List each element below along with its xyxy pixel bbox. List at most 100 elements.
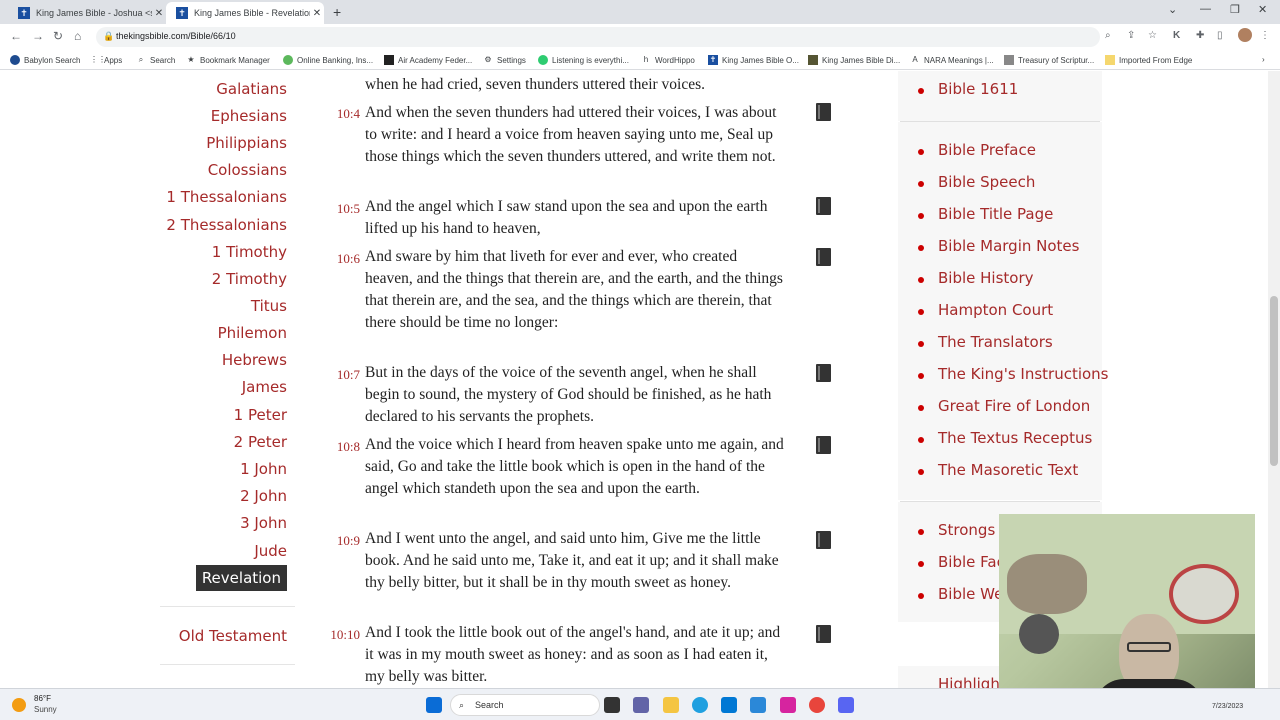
webcam-overlay	[999, 514, 1255, 706]
star-icon[interactable]: ☆	[1148, 30, 1157, 41]
bookmark-babylon[interactable]: Babylon Search	[10, 55, 80, 65]
zoom-icon[interactable]: ⌕	[1105, 30, 1111, 41]
edge-icon[interactable]	[692, 697, 708, 713]
sidebar-link[interactable]: The Masoretic Text	[938, 461, 1078, 479]
menu-icon[interactable]: ⋮	[1260, 30, 1270, 41]
scrollbar[interactable]	[1268, 71, 1280, 688]
book-icon[interactable]	[816, 531, 831, 549]
sidebar-link[interactable]: Bible We	[938, 585, 1003, 603]
sidebar-link[interactable]: Great Fire of London	[938, 397, 1090, 415]
chat-icon[interactable]	[633, 697, 649, 713]
sidebar-link[interactable]: Bible History	[938, 269, 1034, 287]
window-close-button[interactable]: ✕	[1258, 3, 1267, 16]
sidebar-link[interactable]: The King's Instructions	[938, 365, 1109, 383]
verse-ref[interactable]: 10:8	[322, 439, 360, 455]
kjv-extension-icon[interactable]: K	[1173, 30, 1180, 41]
chevron-down-icon[interactable]: ⌄	[1168, 3, 1177, 16]
book-link[interactable]: Philemon	[218, 324, 287, 342]
share-icon[interactable]: ⇪	[1127, 30, 1135, 41]
tab-joshua[interactable]: ✝ King James Bible - Joshua <span ✕	[8, 2, 166, 24]
close-icon[interactable]: ✕	[310, 8, 324, 19]
book-icon[interactable]	[816, 625, 831, 643]
back-arrow-icon[interactable]: ←	[10, 29, 22, 43]
puzzle-icon[interactable]: ✚	[1196, 30, 1204, 41]
book-link[interactable]: Hebrews	[222, 351, 287, 369]
reload-icon[interactable]: ↻	[53, 29, 63, 43]
book-link[interactable]: Galatians	[216, 80, 287, 98]
bookmark-kjb-online[interactable]: ✝ King James Bible O...	[708, 55, 799, 65]
app-icon[interactable]	[750, 697, 766, 713]
bookmark-kjb-dict[interactable]: King James Bible Di...	[808, 55, 900, 65]
book-link[interactable]: Titus	[251, 297, 287, 315]
store-icon[interactable]	[721, 697, 737, 713]
book-link[interactable]: 2 Timothy	[212, 270, 287, 288]
sidebar-link[interactable]: Bible Speech	[938, 173, 1035, 191]
old-testament-link[interactable]: Old Testament	[179, 627, 287, 645]
book-icon[interactable]	[816, 364, 831, 382]
sidebar-link[interactable]: Bible Title Page	[938, 205, 1053, 223]
taskbar-search[interactable]: ⌕ Search	[450, 694, 600, 716]
book-icon[interactable]	[816, 248, 831, 266]
book-link[interactable]: 1 Timothy	[212, 243, 287, 261]
bookmark-apps[interactable]: ⋮⋮ Apps	[90, 55, 122, 65]
minimize-button[interactable]: —	[1200, 3, 1211, 15]
bookmark-listening[interactable]: Listening is everythi...	[538, 55, 629, 65]
bookmark-manager[interactable]: ★ Bookmark Manager	[186, 55, 269, 65]
book-link[interactable]: 2 Thessalonians	[166, 216, 287, 234]
book-link[interactable]: 2 John	[240, 487, 287, 505]
avatar[interactable]	[1238, 28, 1252, 42]
book-link-active[interactable]: Revelation	[195, 565, 287, 591]
instagram-icon[interactable]	[780, 697, 796, 713]
more-bookmarks-icon[interactable]: ›	[1262, 55, 1265, 64]
bookmark-treasury[interactable]: Treasury of Scriptur...	[1004, 55, 1094, 65]
book-link[interactable]: Ephesians	[211, 107, 287, 125]
new-tab-button[interactable]: +	[333, 4, 341, 20]
verse-ref[interactable]: 10:7	[322, 367, 360, 383]
book-link[interactable]: Philippians	[206, 134, 287, 152]
verse-ref[interactable]: 10:9	[322, 533, 360, 549]
bookmark-nara[interactable]: A NARA Meanings |...	[910, 55, 993, 65]
forward-arrow-icon[interactable]: →	[32, 29, 44, 43]
book-link[interactable]: 3 John	[240, 514, 287, 532]
sidebar-link[interactable]: The Textus Receptus	[938, 429, 1092, 447]
book-link[interactable]: 1 Thessalonians	[166, 188, 287, 206]
verse-text: And when the seven thunders had uttered …	[365, 104, 777, 165]
file-explorer-icon[interactable]	[663, 697, 679, 713]
sidebar-link[interactable]: The Translators	[938, 333, 1053, 351]
sidebar-link[interactable]: Hampton Court	[938, 301, 1053, 319]
book-link[interactable]: Jude	[254, 542, 287, 560]
bookmark-settings[interactable]: ⚙ Settings	[483, 55, 526, 65]
maximize-button[interactable]: ❐	[1230, 3, 1240, 16]
verse-ref[interactable]: 10:5	[322, 201, 360, 217]
app-icon[interactable]	[838, 697, 854, 713]
bookmark-imported[interactable]: Imported From Edge	[1105, 55, 1192, 65]
book-link[interactable]: James	[242, 378, 287, 396]
sidebar-link[interactable]: Bible Fac	[938, 553, 1005, 571]
bookmark-banking[interactable]: Online Banking, Ins...	[283, 55, 373, 65]
windows-start-icon[interactable]	[426, 697, 442, 713]
chrome-icon[interactable]	[809, 697, 825, 713]
book-icon[interactable]	[816, 197, 831, 215]
verse-ref[interactable]: 10:4	[322, 106, 360, 122]
tab-revelation[interactable]: ✝ King James Bible - Revelation <s ✕	[166, 2, 324, 24]
sidebar-link[interactable]: Bible 1611	[938, 80, 1018, 98]
verse-ref[interactable]: 10:6	[322, 251, 360, 267]
book-link[interactable]: 1 Peter	[234, 406, 287, 424]
url-field[interactable]: 🔒 thekingsbible.com/Bible/66/10	[96, 27, 1100, 47]
book-icon[interactable]	[816, 103, 831, 121]
bookmark-search[interactable]: ⌕ Search	[136, 55, 176, 65]
book-link[interactable]: 1 John	[240, 460, 287, 478]
home-icon[interactable]: ⌂	[74, 29, 81, 43]
book-link[interactable]: Colossians	[208, 161, 287, 179]
sidebar-link[interactable]: Bible Preface	[938, 141, 1036, 159]
verse-ref[interactable]: 10:10	[322, 627, 360, 643]
task-view-icon[interactable]	[604, 697, 620, 713]
close-icon[interactable]: ✕	[152, 8, 166, 19]
sidebar-link[interactable]: Bible Margin Notes	[938, 237, 1079, 255]
bookmark-wordhippo[interactable]: h WordHippo	[641, 55, 695, 65]
book-link[interactable]: 2 Peter	[234, 433, 287, 451]
scrollbar-thumb[interactable]	[1270, 296, 1278, 466]
book-icon[interactable]	[816, 436, 831, 454]
sidepanel-icon[interactable]: ▯	[1217, 30, 1223, 41]
bookmark-air-academy[interactable]: Air Academy Feder...	[384, 55, 472, 65]
